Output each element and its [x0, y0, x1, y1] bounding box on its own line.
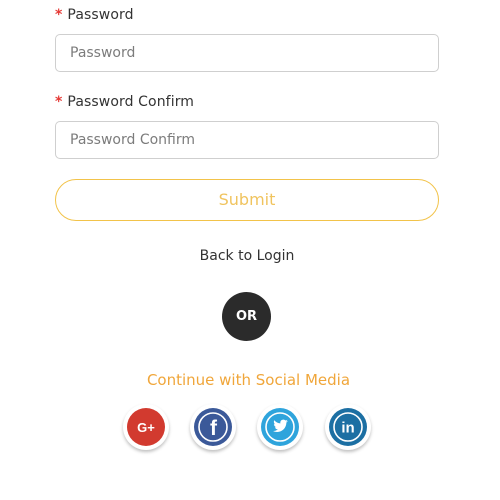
- password-label-text: Password: [67, 7, 134, 23]
- password-confirm-label-text: Password Confirm: [67, 94, 195, 110]
- twitter-icon: [258, 405, 302, 449]
- google-plus-button[interactable]: G+: [123, 404, 169, 450]
- form-card: [32, 0, 472, 490]
- linkedin-icon: in: [326, 405, 370, 449]
- password-confirm-input[interactable]: [55, 121, 439, 159]
- facebook-icon: f: [191, 405, 235, 449]
- back-to-login-link[interactable]: Back to Login: [0, 248, 494, 264]
- page: * Password * Password Confirm Submit Back …: [0, 0, 500, 500]
- google-plus-icon: G+: [124, 405, 168, 449]
- facebook-button[interactable]: f: [190, 404, 236, 450]
- password-confirm-label: * Password Confirm: [55, 94, 194, 110]
- password-input[interactable]: [55, 34, 439, 72]
- twitter-button[interactable]: [257, 404, 303, 450]
- required-mark: *: [55, 94, 63, 110]
- password-label: * Password: [55, 7, 134, 23]
- required-mark: *: [55, 7, 63, 23]
- social-media-title: Continue with Social Media: [146, 371, 351, 389]
- linkedin-button[interactable]: in: [325, 404, 371, 450]
- or-divider-badge: OR: [222, 292, 271, 341]
- submit-button[interactable]: Submit: [55, 179, 439, 221]
- facebook-glyph: f: [210, 417, 218, 440]
- linkedin-glyph: in: [341, 420, 354, 437]
- google-plus-glyph: G+: [137, 420, 155, 435]
